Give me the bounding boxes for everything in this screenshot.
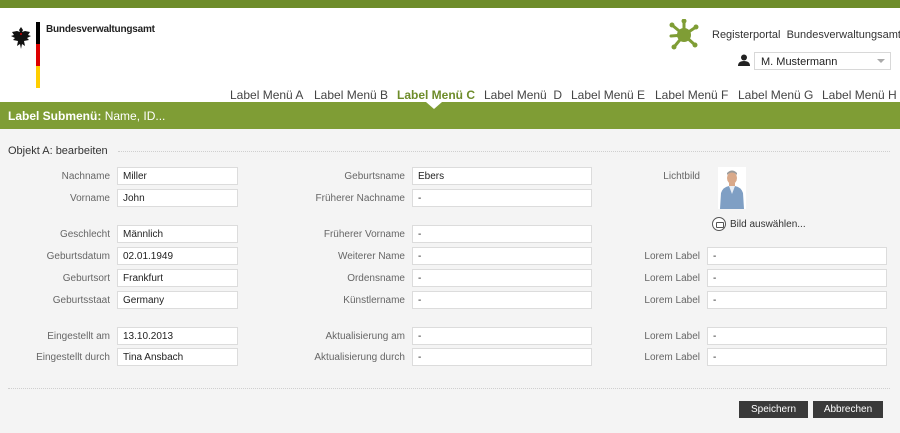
divider xyxy=(118,151,890,152)
label-geburtsdatum: Geburtsdatum xyxy=(46,251,110,262)
camera-icon[interactable] xyxy=(712,217,726,231)
label-lorem-4: Lorem Label xyxy=(644,331,700,342)
federal-eagle-icon xyxy=(11,27,31,49)
submenu-bar: Label Submenü: Name, ID... xyxy=(0,102,900,129)
top-accent-bar xyxy=(0,0,900,8)
portal-logo-icon[interactable] xyxy=(668,19,700,51)
label-lorem-3: Lorem Label xyxy=(644,295,700,306)
user-select[interactable]: M. Mustermann xyxy=(754,52,891,70)
aktualisierung-am-field[interactable]: - xyxy=(412,327,592,345)
geburtsdatum-field[interactable]: 02.01.1949 xyxy=(117,247,238,265)
weiterer-name-field[interactable]: - xyxy=(412,247,592,265)
lorem-field-3[interactable]: - xyxy=(707,291,887,309)
header: Bundesverwaltungsamt Registerportal Bund… xyxy=(0,8,900,102)
german-flag-stripe xyxy=(36,22,40,88)
label-frueherer-nachname: Früherer Nachname xyxy=(315,193,405,204)
geburtsname-field[interactable]: Ebers xyxy=(412,167,592,185)
label-lorem-5: Lorem Label xyxy=(644,352,700,363)
lorem-field-4[interactable]: - xyxy=(707,327,887,345)
label-nachname: Nachname xyxy=(61,171,110,182)
label-kuenstlername: Künstlername xyxy=(343,295,405,306)
divider xyxy=(8,388,890,389)
label-geburtsort: Geburtsort xyxy=(62,273,110,284)
frueherer-vorname-field[interactable]: - xyxy=(412,225,592,243)
label-eingestellt-am: Eingestellt am xyxy=(47,331,110,342)
user-icon xyxy=(738,54,750,66)
frueherer-nachname-field[interactable]: - xyxy=(412,189,592,207)
choose-photo-link[interactable]: Bild auswählen... xyxy=(730,219,806,230)
save-button[interactable]: Speichern xyxy=(739,401,808,418)
nachname-field[interactable]: Miller xyxy=(117,167,238,185)
label-aktualisierung-am: Aktualisierung am xyxy=(325,331,405,342)
label-lorem-1: Lorem Label xyxy=(644,251,700,262)
eingestellt-durch-field[interactable]: Tina Ansbach xyxy=(117,348,238,366)
form-panel: Objekt A: bearbeiten Nachname Miller Vor… xyxy=(0,129,900,433)
ordensname-field[interactable]: - xyxy=(412,269,592,287)
aktualisierung-durch-field[interactable]: - xyxy=(412,348,592,366)
label-frueherer-vorname: Früherer Vorname xyxy=(323,229,405,240)
label-geburtsname: Geburtsname xyxy=(344,171,405,182)
user-select-value: M. Mustermann xyxy=(761,56,838,68)
label-lichtbild: Lichtbild xyxy=(663,171,700,182)
submenu-value[interactable]: Name, ID... xyxy=(105,109,166,123)
chevron-down-icon xyxy=(877,59,885,63)
label-lorem-2: Lorem Label xyxy=(644,273,700,284)
geburtsort-field[interactable]: Frankfurt xyxy=(117,269,238,287)
geburtsstaat-field[interactable]: Germany xyxy=(117,291,238,309)
agency-name: Bundesverwaltungsamt xyxy=(46,24,155,35)
label-vorname: Vorname xyxy=(69,193,110,204)
vorname-field[interactable]: John xyxy=(117,189,238,207)
cancel-button[interactable]: Abbrechen xyxy=(813,401,883,418)
submenu-label: Label Submenü: xyxy=(8,109,102,123)
portal-name[interactable]: Registerportal Bundesverwaltungsamt xyxy=(712,29,900,41)
label-aktualisierung-durch: Aktualisierung durch xyxy=(314,352,405,363)
label-geschlecht: Geschlecht xyxy=(59,229,110,240)
portrait-photo xyxy=(718,167,746,209)
form-title: Objekt A: bearbeiten xyxy=(8,145,108,157)
label-ordensname: Ordensname xyxy=(347,273,405,284)
label-geburtsstaat: Geburtsstaat xyxy=(52,295,110,306)
kuenstlername-field[interactable]: - xyxy=(412,291,592,309)
active-nav-indicator xyxy=(426,102,442,109)
lorem-field-2[interactable]: - xyxy=(707,269,887,287)
lorem-field-1[interactable]: - xyxy=(707,247,887,265)
eingestellt-am-field[interactable]: 13.10.2013 xyxy=(117,327,238,345)
label-eingestellt-durch: Eingestellt durch xyxy=(36,352,110,363)
lorem-field-5[interactable]: - xyxy=(707,348,887,366)
label-weiterer-name: Weiterer Name xyxy=(337,251,405,262)
geschlecht-field[interactable]: Männlich xyxy=(117,225,238,243)
